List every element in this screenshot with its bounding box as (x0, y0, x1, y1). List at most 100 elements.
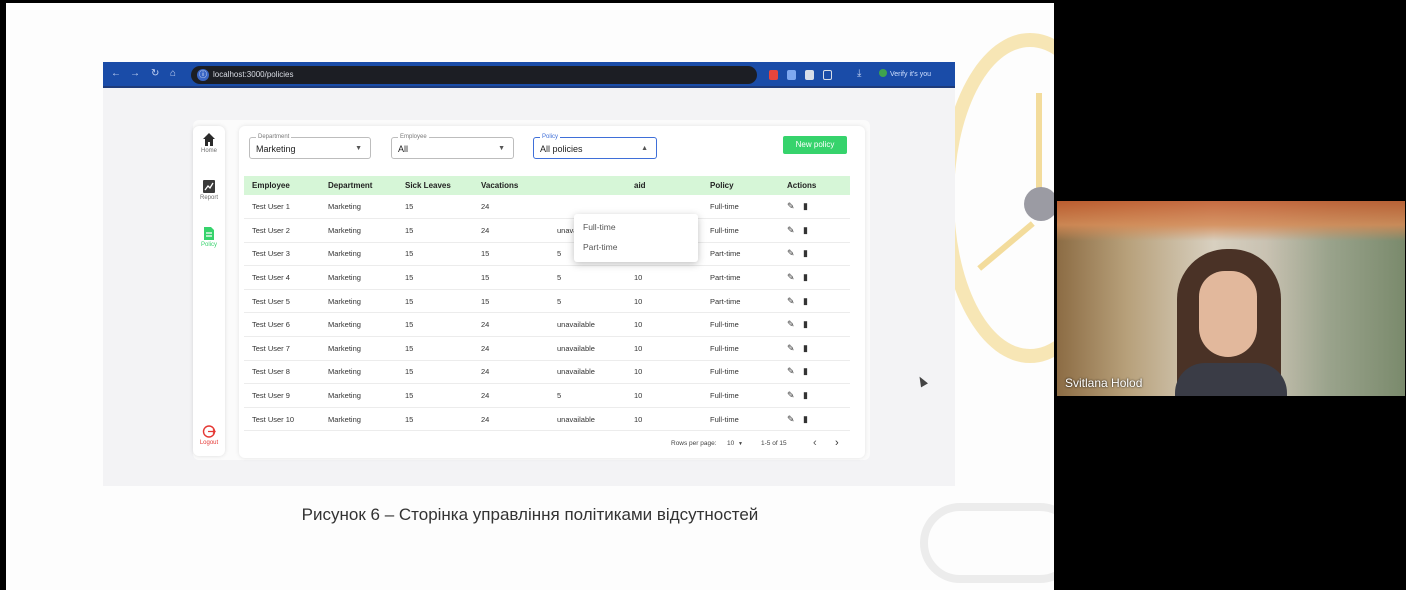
column-header[interactable]: Sick Leaves (397, 176, 473, 195)
download-icon[interactable]: ⤓ (857, 68, 861, 80)
extension-icon[interactable] (787, 70, 796, 80)
policies-table: Employee Department Sick Leaves Vacation… (244, 176, 850, 432)
rows-per-page-value: 10 (727, 440, 735, 447)
table-cell: 5 (549, 383, 626, 408)
row-actions: ✎ ▮ (779, 407, 850, 432)
delete-icon[interactable]: ▮ (803, 366, 811, 377)
next-page-icon[interactable]: › (835, 437, 839, 449)
policy-select[interactable]: Policy All policies ▲ (533, 133, 657, 159)
site-info-icon[interactable]: ⓘ (197, 69, 209, 81)
column-header[interactable]: Employee (244, 176, 320, 195)
delete-icon[interactable]: ▮ (803, 272, 811, 283)
delete-icon[interactable]: ▮ (803, 390, 811, 401)
chevron-down-icon: ▼ (738, 441, 743, 447)
pagination-range: 1-5 of 15 (761, 440, 787, 447)
table-cell: Marketing (320, 360, 397, 385)
presentation-slide: ← → ↻ ⌂ ⓘ localhost:3000/policies ⤓ Veri… (6, 3, 1054, 590)
edit-icon[interactable]: ✎ (787, 414, 795, 425)
row-actions: ✎ ▮ (779, 383, 850, 408)
column-header[interactable]: Vacations (473, 176, 549, 195)
department-select[interactable]: Department Marketing ▼ (249, 133, 371, 159)
sidebar-item-label: Home (200, 148, 217, 154)
logout-label: Logout (199, 440, 219, 446)
back-icon[interactable]: ← (111, 68, 121, 80)
policy-select-label: Policy (540, 133, 561, 141)
sidebar-item-label: Report (199, 195, 218, 201)
home-icon[interactable]: ⌂ (170, 68, 176, 80)
edit-icon[interactable]: ✎ (787, 296, 795, 307)
column-header[interactable]: aid (626, 176, 702, 195)
row-actions: ✎ ▮ (779, 336, 850, 361)
extension-icon[interactable] (769, 70, 778, 80)
table-cell: Part-time (702, 265, 779, 290)
column-header[interactable]: Department (320, 176, 397, 195)
participant-video-tile[interactable]: Svitlana Holod (1057, 201, 1405, 396)
sidebar-item-report[interactable]: Report (193, 179, 225, 201)
table-cell: Marketing (320, 407, 397, 432)
edit-icon[interactable]: ✎ (787, 272, 795, 283)
employee-select[interactable]: Employee All ▼ (391, 133, 514, 159)
participant-name: Svitlana Holod (1065, 376, 1143, 390)
table-cell: 24 (473, 336, 549, 361)
policy-icon (204, 227, 214, 240)
edit-icon[interactable]: ✎ (787, 319, 795, 330)
table-cell: Marketing (320, 242, 397, 267)
video-background (1057, 201, 1405, 241)
delete-icon[interactable]: ▮ (803, 414, 811, 425)
table-cell: Marketing (320, 218, 397, 243)
row-actions: ✎ ▮ (779, 289, 850, 314)
embedded-screenshot: ← → ↻ ⌂ ⓘ localhost:3000/policies ⤓ Veri… (103, 62, 955, 486)
address-bar[interactable]: ⓘ localhost:3000/policies (191, 66, 757, 84)
delete-icon[interactable]: ▮ (803, 343, 811, 354)
column-header[interactable] (549, 176, 626, 195)
delete-icon[interactable]: ▮ (803, 296, 811, 307)
delete-icon[interactable]: ▮ (803, 225, 811, 236)
profile-button[interactable]: Verify it's you (879, 69, 931, 78)
table-cell: Marketing (320, 265, 397, 290)
sidebar-item-policy[interactable]: Policy (193, 226, 225, 248)
table-cell: Part-time (702, 289, 779, 314)
table-cell: Full-time (702, 195, 779, 220)
table-cell: 24 (473, 383, 549, 408)
table-cell: 15 (397, 195, 473, 220)
sidebar-item-home[interactable]: Home (193, 132, 225, 154)
table-cell: 10 (626, 289, 702, 314)
delete-icon[interactable]: ▮ (803, 201, 811, 212)
table-cell: unavailable (549, 336, 626, 361)
edit-icon[interactable]: ✎ (787, 201, 795, 212)
reload-icon[interactable]: ↻ (151, 68, 159, 80)
logout-button[interactable]: Logout (193, 424, 225, 446)
delete-icon[interactable]: ▮ (803, 319, 811, 330)
edit-icon[interactable]: ✎ (787, 366, 795, 377)
table-cell: 5 (549, 289, 626, 314)
extensions-icon[interactable] (823, 70, 832, 80)
decorative-dot (1024, 187, 1054, 221)
edit-icon[interactable]: ✎ (787, 343, 795, 354)
policy-dropdown-menu: Full-time Part-time (574, 214, 698, 262)
table-cell: Test User 9 (244, 383, 320, 408)
policy-option-part-time[interactable]: Part-time (583, 242, 617, 252)
table-cell: Full-time (702, 218, 779, 243)
column-header[interactable]: Policy (702, 176, 779, 195)
table-cell: Marketing (320, 312, 397, 338)
edit-icon[interactable]: ✎ (787, 225, 795, 236)
avatar (879, 69, 887, 77)
extension-icon[interactable] (805, 70, 814, 80)
forward-icon[interactable]: → (130, 68, 140, 80)
delete-icon[interactable]: ▮ (803, 248, 811, 259)
rows-per-page-select[interactable]: 10 ▼ (727, 440, 743, 447)
previous-page-icon[interactable]: ‹ (813, 437, 817, 449)
new-policy-button[interactable]: New policy (783, 136, 847, 154)
table-cell: Test User 7 (244, 336, 320, 361)
table-cell: 15 (473, 265, 549, 290)
table-cell: unavailable (549, 407, 626, 432)
table-cell: unavailable (549, 360, 626, 385)
policy-select-value: All policies (540, 144, 583, 154)
edit-icon[interactable]: ✎ (787, 248, 795, 259)
table-cell: 10 (626, 336, 702, 361)
table-cell: Test User 4 (244, 265, 320, 290)
edit-icon[interactable]: ✎ (787, 390, 795, 401)
table-cell: 24 (473, 312, 549, 338)
employee-select-value: All (398, 144, 409, 154)
policy-option-full-time[interactable]: Full-time (583, 222, 616, 232)
